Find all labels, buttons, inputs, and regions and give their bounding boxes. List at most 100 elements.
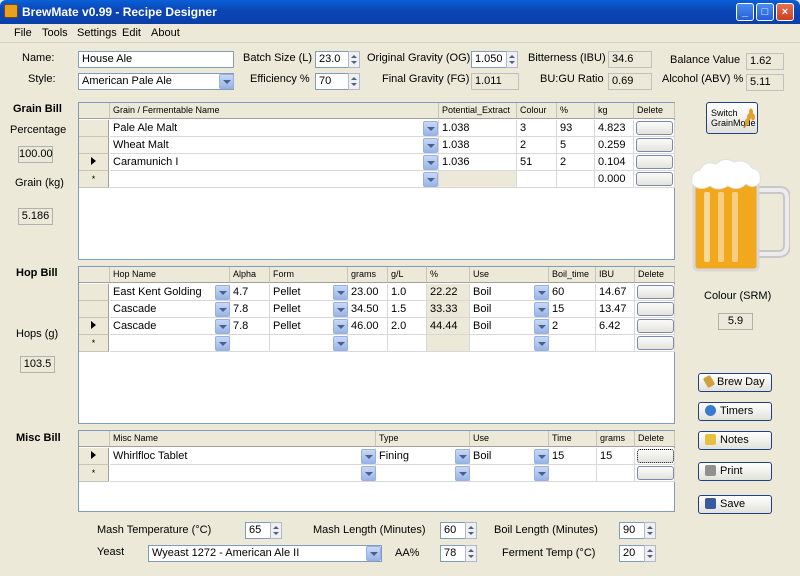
hop-header-name[interactable]: Hop Name xyxy=(110,267,230,283)
grain-row-header-current[interactable] xyxy=(79,154,109,171)
grain-cell-extract[interactable] xyxy=(439,171,517,188)
ferment-temp-spinner-icon[interactable] xyxy=(644,545,656,562)
hop-cell-gl[interactable]: 1.5 xyxy=(388,301,427,318)
grain-row-header[interactable] xyxy=(79,137,109,154)
menu-about[interactable]: About xyxy=(151,27,180,39)
misc-cell-name[interactable]: Whirlfloc Tablet xyxy=(110,448,376,465)
print-button[interactable]: Print xyxy=(698,462,772,481)
boil-length-spinner-icon[interactable] xyxy=(644,522,656,539)
og-spinner-icon[interactable] xyxy=(506,51,518,68)
misc-cell-grams[interactable]: 15 xyxy=(597,448,635,465)
grain-header-extract[interactable]: Potential_Extract xyxy=(439,103,517,119)
misc-delete-button[interactable] xyxy=(637,449,674,463)
hop-cell-alpha[interactable] xyxy=(230,335,270,352)
style-dropdown-icon[interactable] xyxy=(219,74,234,89)
grain-cell-colour[interactable]: 3 xyxy=(517,120,557,137)
hop-delete-button[interactable] xyxy=(637,319,674,333)
grain-name-dropdown-icon[interactable] xyxy=(423,138,438,153)
hop-cell-name[interactable] xyxy=(110,335,230,352)
minimize-button[interactable]: _ xyxy=(736,3,754,21)
aa-spinner-icon[interactable] xyxy=(465,545,477,562)
hop-header-boil-time[interactable]: Boil_time xyxy=(549,267,596,283)
misc-header-time[interactable]: Time xyxy=(549,431,597,447)
grain-cell-kg[interactable]: 0.000 xyxy=(595,171,634,188)
name-input[interactable]: House Ale xyxy=(78,51,234,68)
grain-row-header-new[interactable]: * xyxy=(79,171,109,188)
misc-header-grams[interactable]: grams xyxy=(597,431,635,447)
timers-button[interactable]: Timers xyxy=(698,402,772,421)
grain-cell-kg[interactable]: 0.104 xyxy=(595,154,634,171)
hop-cell-ibu[interactable]: 14.67 xyxy=(596,284,635,301)
menu-settings[interactable]: Settings xyxy=(77,27,117,39)
switch-grainmode-button[interactable]: Switch GrainMode xyxy=(706,102,758,134)
style-select[interactable]: American Pale Ale xyxy=(78,73,234,90)
hop-use-dropdown-icon[interactable] xyxy=(534,302,549,317)
menu-edit[interactable]: Edit xyxy=(122,27,141,39)
hop-name-dropdown-icon[interactable] xyxy=(215,285,230,300)
grain-delete-button[interactable] xyxy=(636,172,673,186)
hop-cell-gl[interactable]: 1.0 xyxy=(388,284,427,301)
boil-length-input[interactable]: 90 xyxy=(619,522,645,539)
grain-delete-button[interactable] xyxy=(636,121,673,135)
hop-cell-alpha[interactable]: 7.8 xyxy=(230,318,270,335)
grain-cell-name[interactable]: Caramunich I xyxy=(110,154,439,171)
grain-cell-colour[interactable]: 2 xyxy=(517,137,557,154)
hop-use-dropdown-icon[interactable] xyxy=(534,285,549,300)
hop-cell-gl[interactable] xyxy=(388,335,427,352)
grain-name-dropdown-icon[interactable] xyxy=(423,155,438,170)
hop-header-pct[interactable]: % xyxy=(427,267,470,283)
hop-cell-boil-time[interactable]: 15 xyxy=(549,301,596,318)
og-input[interactable]: 1.050 xyxy=(471,51,507,68)
hop-cell-grams[interactable]: 34.50 xyxy=(348,301,388,318)
misc-row-header-new[interactable]: * xyxy=(79,465,109,482)
grain-cell-name[interactable] xyxy=(110,171,439,188)
hop-use-dropdown-icon[interactable] xyxy=(534,319,549,334)
misc-header-name[interactable]: Misc Name xyxy=(110,431,376,447)
grain-cell-name[interactable]: Pale Ale Malt xyxy=(110,120,439,137)
maximize-button[interactable]: □ xyxy=(756,3,774,21)
hop-cell-ibu[interactable]: 13.47 xyxy=(596,301,635,318)
grain-name-dropdown-icon[interactable] xyxy=(423,121,438,136)
misc-name-dropdown-icon[interactable] xyxy=(361,449,376,464)
misc-cell-grams[interactable] xyxy=(597,465,635,482)
hop-form-dropdown-icon[interactable] xyxy=(333,319,348,334)
grain-delete-button[interactable] xyxy=(636,155,673,169)
hop-delete-button[interactable] xyxy=(637,285,674,299)
hop-header-use[interactable]: Use xyxy=(470,267,549,283)
grain-cell-extract[interactable]: 1.038 xyxy=(439,137,517,154)
mash-temp-spinner-icon[interactable] xyxy=(270,522,282,539)
save-button[interactable]: Save xyxy=(698,495,772,514)
mash-length-spinner-icon[interactable] xyxy=(465,522,477,539)
hop-row-header-new[interactable]: * xyxy=(79,335,109,352)
misc-row-header-current[interactable] xyxy=(79,448,109,465)
hop-cell-pct[interactable]: 22.22 xyxy=(427,284,470,301)
yeast-select[interactable]: Wyeast 1272 - American Ale II xyxy=(148,545,382,562)
misc-header-type[interactable]: Type xyxy=(376,431,470,447)
close-button[interactable]: × xyxy=(776,3,794,21)
misc-header-use[interactable]: Use xyxy=(470,431,549,447)
hop-cell-alpha[interactable]: 7.8 xyxy=(230,301,270,318)
hop-name-dropdown-icon[interactable] xyxy=(215,319,230,334)
mash-length-input[interactable]: 60 xyxy=(440,522,466,539)
hop-row-header[interactable] xyxy=(79,301,109,318)
grain-cell-colour[interactable] xyxy=(517,171,557,188)
aa-input[interactable]: 78 xyxy=(440,545,466,562)
hop-delete-button[interactable] xyxy=(637,336,674,350)
hop-cell-name[interactable]: Cascade xyxy=(110,318,230,335)
batch-spinner-icon[interactable] xyxy=(348,51,360,68)
hop-cell-boil-time[interactable]: 60 xyxy=(549,284,596,301)
efficiency-input[interactable]: 70 xyxy=(315,73,349,90)
hop-cell-pct[interactable] xyxy=(427,335,470,352)
grain-cell-kg[interactable]: 4.823 xyxy=(595,120,634,137)
hop-cell-grams[interactable]: 23.00 xyxy=(348,284,388,301)
hop-row-header-current[interactable] xyxy=(79,318,109,335)
hop-cell-gl[interactable]: 2.0 xyxy=(388,318,427,335)
hop-header-form[interactable]: Form xyxy=(270,267,348,283)
hop-form-dropdown-icon[interactable] xyxy=(333,336,348,351)
brew-day-button[interactable]: Brew Day xyxy=(698,373,772,392)
misc-use-dropdown-icon[interactable] xyxy=(534,449,549,464)
hop-cell-ibu[interactable]: 6.42 xyxy=(596,318,635,335)
hop-cell-boil-time[interactable]: 2 xyxy=(549,318,596,335)
grain-cell-kg[interactable]: 0.259 xyxy=(595,137,634,154)
grain-header-pct[interactable]: % xyxy=(557,103,595,119)
